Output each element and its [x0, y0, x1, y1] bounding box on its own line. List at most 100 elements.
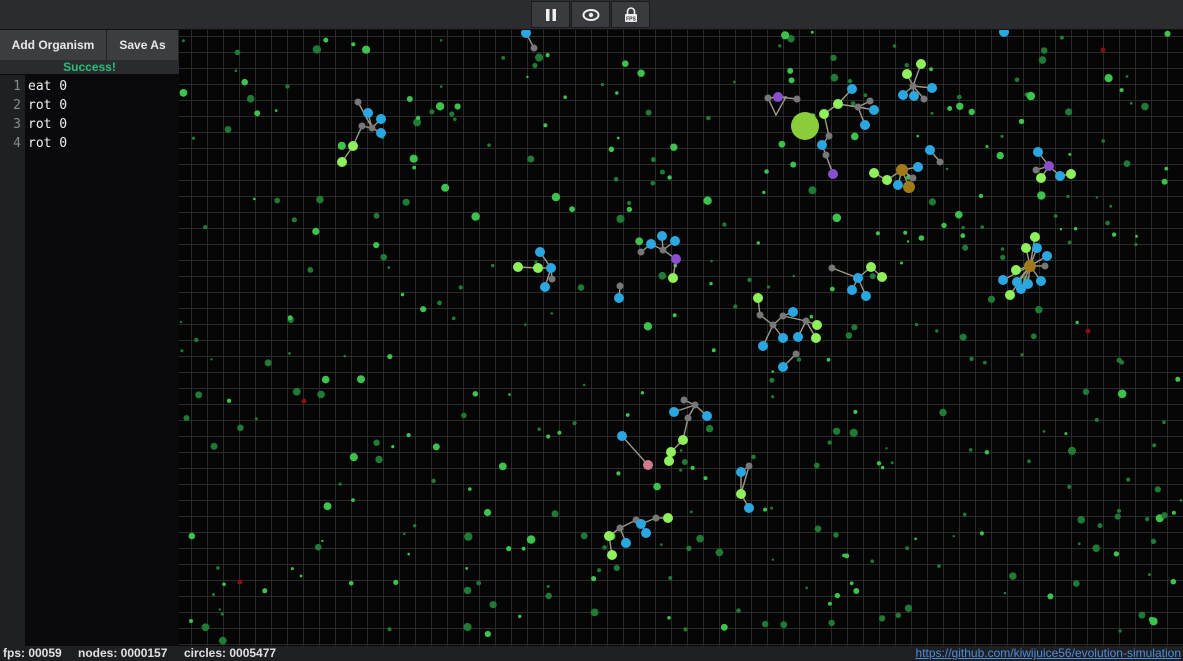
food-particle [1119, 88, 1124, 93]
organism-node [617, 431, 627, 441]
food-particle [1064, 432, 1068, 436]
organism-node [793, 332, 803, 342]
food-particle [764, 169, 769, 174]
food-particle [373, 439, 380, 446]
food-particle [962, 244, 969, 251]
code-line: 2 rot 0 [0, 96, 179, 115]
organism-node [348, 141, 358, 151]
food-particle [406, 96, 413, 102]
organism-node [636, 519, 646, 529]
organism-node [893, 180, 903, 190]
food-particle [351, 498, 355, 502]
organism-node [866, 97, 874, 105]
food-particle [863, 93, 868, 98]
food-particle [959, 333, 967, 341]
organism-node [666, 447, 676, 457]
food-particle [930, 111, 934, 115]
food-particle [1175, 376, 1181, 382]
food-particle [400, 292, 405, 297]
food-particle [557, 430, 562, 435]
save-as-button[interactable]: Save As [107, 30, 179, 60]
food-particle [237, 424, 244, 432]
food-particle [616, 214, 625, 223]
food-particle [435, 102, 445, 111]
food-particle [464, 532, 473, 541]
organism-node [736, 467, 746, 477]
food-particle [627, 200, 632, 206]
food-particle [945, 167, 949, 171]
food-particle [216, 566, 220, 570]
organism-node [925, 145, 935, 155]
organism-node [614, 293, 624, 303]
organism-node [817, 140, 827, 150]
simulation-canvas[interactable] [179, 30, 1183, 646]
food-particle [928, 198, 937, 206]
food-particle [600, 82, 605, 87]
food-particle [733, 304, 738, 309]
code-text: rot 0 [28, 117, 68, 132]
food-particle [796, 357, 802, 362]
code-editor[interactable]: 1 eat 0 2 rot 0 3 rot 0 4 rot 0 [0, 77, 179, 646]
food-particle [1164, 166, 1169, 171]
food-particle [307, 267, 314, 273]
organism-node [671, 254, 681, 264]
food-particle [551, 510, 559, 518]
organism-node [769, 321, 777, 329]
food-particle [420, 306, 427, 313]
food-particle [690, 465, 695, 470]
organism-node [1030, 232, 1040, 242]
food-particle [904, 63, 909, 68]
food-particle [851, 132, 859, 141]
food-particle [194, 337, 199, 343]
organism-node [927, 83, 937, 93]
organism-node [637, 248, 645, 256]
food-particle [183, 415, 190, 421]
food-particle [1135, 234, 1138, 238]
food-particle [968, 448, 973, 452]
food-particle [947, 106, 953, 111]
food-particle [220, 612, 224, 616]
food-particle [387, 266, 391, 269]
food-particle [1117, 508, 1121, 513]
organism-node [691, 401, 699, 409]
food-particle [1077, 542, 1081, 546]
food-particle [211, 593, 215, 596]
organism-node [678, 435, 688, 445]
food-particle [241, 78, 248, 86]
organism-node [853, 273, 863, 283]
add-organism-button[interactable]: Add Organism [0, 30, 107, 60]
food-particle [984, 450, 990, 455]
food-particle [357, 375, 365, 384]
food-particle [1040, 47, 1048, 54]
food-particle [290, 567, 294, 571]
food-particle [195, 391, 203, 399]
github-link[interactable]: https://github.com/kiwijuice56/evolution… [916, 646, 1181, 661]
organism-node [643, 460, 653, 470]
food-particle [590, 608, 599, 617]
food-particle [643, 322, 653, 331]
food-particle [321, 539, 324, 543]
food-particle [262, 588, 268, 594]
pause-button[interactable] [531, 1, 570, 28]
organism-node [669, 407, 679, 417]
food-particle [1171, 510, 1176, 515]
fps-lock-button[interactable]: FPS [611, 1, 650, 28]
food-particle [491, 263, 495, 268]
food-particle [362, 45, 371, 54]
food-particle [518, 614, 522, 619]
food-particle [454, 103, 461, 110]
food-particle [1161, 178, 1168, 185]
food-particle [580, 532, 588, 540]
organism-node [866, 262, 876, 272]
food-particle [956, 94, 962, 100]
food-particle [1000, 247, 1005, 251]
food-particle [1150, 538, 1157, 544]
organism-node [736, 489, 746, 499]
food-particle [1030, 333, 1037, 340]
organism-node [1041, 262, 1049, 270]
organism-node [779, 312, 787, 320]
organism-node [847, 285, 857, 295]
food-particle [380, 253, 387, 261]
organism-node [882, 175, 892, 185]
view-button[interactable] [571, 1, 610, 28]
